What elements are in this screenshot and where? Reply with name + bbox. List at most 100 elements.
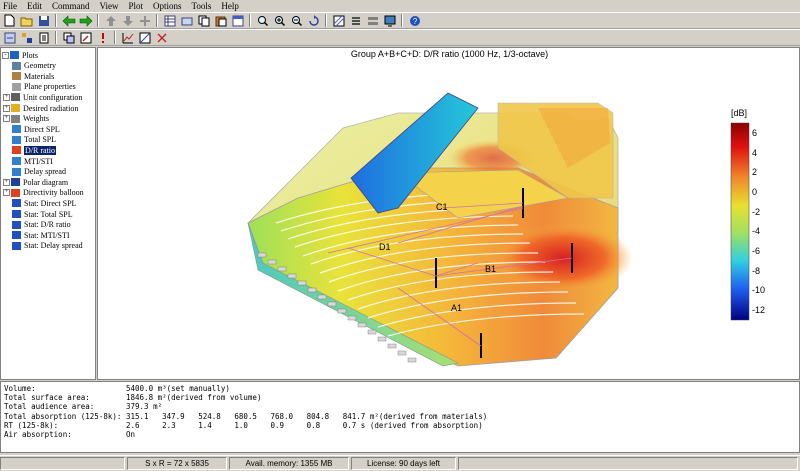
tree-item-label: Direct SPL xyxy=(24,124,60,134)
info-value: 1846.8 m²(derived from volume) xyxy=(126,393,262,403)
tree-node-icon xyxy=(12,135,21,144)
tree-item[interactable]: Direct SPL xyxy=(12,124,60,134)
menu-file[interactable]: File xyxy=(3,1,17,11)
tree-item[interactable]: Plane properties xyxy=(12,82,76,92)
tree-item[interactable]: Delay spread xyxy=(12,167,66,177)
info-value: On xyxy=(126,430,136,440)
tree-item[interactable]: + Desired radiation xyxy=(3,103,78,113)
tree-item[interactable]: Geometry xyxy=(12,61,56,71)
tree-item[interactable]: MTI/STI xyxy=(12,156,53,166)
expand-icon[interactable]: + xyxy=(3,115,10,123)
bug-icon[interactable] xyxy=(154,30,169,45)
new-icon[interactable] xyxy=(2,13,17,28)
zoom-out-icon[interactable] xyxy=(289,13,304,28)
tree-item[interactable]: + Unit configuration xyxy=(3,92,82,102)
tree-item[interactable]: Stat: D/R ratio xyxy=(12,220,71,230)
tree-item[interactable]: Total SPL xyxy=(12,135,56,145)
forward-icon[interactable] xyxy=(78,13,93,28)
grid-icon[interactable] xyxy=(179,13,194,28)
info-key: Total absorption (125-8k): xyxy=(4,411,122,421)
rotate-icon[interactable] xyxy=(306,13,321,28)
nav-icon[interactable] xyxy=(2,30,17,45)
menu-command[interactable]: Command xyxy=(52,1,90,11)
info-key: RT (125-8k): xyxy=(4,420,59,430)
add-icon[interactable] xyxy=(137,13,152,28)
tree-item[interactable]: Stat: Direct SPL xyxy=(12,198,76,208)
save-icon[interactable] xyxy=(36,13,51,28)
tree-item[interactable]: + Directivity balloon xyxy=(3,188,84,198)
menu-edit[interactable]: Edit xyxy=(27,1,42,11)
tree-item-label: Desired radiation xyxy=(23,103,79,113)
tree-item[interactable]: - Plots xyxy=(2,50,38,60)
colorbar-tick-label: 6 xyxy=(752,127,758,138)
pen-icon[interactable] xyxy=(78,30,93,45)
tree-node-icon xyxy=(12,146,21,155)
tree-item[interactable]: D/R ratio xyxy=(12,145,56,155)
screen-icon[interactable] xyxy=(382,13,397,28)
menu-view[interactable]: View xyxy=(100,1,119,11)
warning-icon[interactable] xyxy=(95,30,110,45)
tree-node-icon xyxy=(12,72,21,81)
open-icon[interactable] xyxy=(19,13,34,28)
expand-icon[interactable]: + xyxy=(3,178,10,186)
info-key: Air absorption: xyxy=(4,430,72,440)
info-row: Total audience area: 379.3 m² xyxy=(4,402,796,411)
tree-node-icon xyxy=(12,157,21,165)
tree-icon[interactable] xyxy=(19,30,34,45)
info-row: Total absorption (125-8k): 315.1 347.9 52… xyxy=(4,412,796,421)
toolbar-separator xyxy=(249,14,251,27)
table-icon[interactable] xyxy=(162,13,177,28)
calc-icon[interactable] xyxy=(36,30,51,45)
stack-icon[interactable] xyxy=(61,30,76,45)
up-icon[interactable] xyxy=(103,13,118,28)
tree-item[interactable]: Stat: Total SPL xyxy=(12,209,73,219)
menu-options[interactable]: Options xyxy=(153,1,182,11)
status-size: S x R = 72 x 5835 xyxy=(127,457,227,470)
tree-item[interactable]: + Weights xyxy=(3,114,49,124)
window-icon[interactable] xyxy=(230,13,245,28)
tree-node-icon xyxy=(12,82,21,91)
down-icon[interactable] xyxy=(120,13,135,28)
hatch-icon[interactable] xyxy=(331,13,346,28)
room-3d-view[interactable]: C1 D1 B1 A1 xyxy=(98,48,800,380)
tree-node-icon xyxy=(11,104,20,112)
tree-item-label: Total SPL xyxy=(24,135,57,145)
expand-icon[interactable]: + xyxy=(3,104,10,112)
zoom-in-icon[interactable] xyxy=(255,13,270,28)
menu-plot[interactable]: Plot xyxy=(128,1,143,11)
tree-item-label: Stat: Direct SPL xyxy=(24,198,77,208)
list-icon[interactable] xyxy=(348,13,363,28)
copy-icon[interactable] xyxy=(196,13,211,28)
main-toolbar: ? xyxy=(0,12,800,29)
tree-node-icon xyxy=(12,199,21,208)
colorbar-tick-label: 2 xyxy=(752,167,758,178)
expand-icon[interactable]: + xyxy=(3,189,10,197)
tree-item[interactable]: Stat: Delay spread xyxy=(12,241,83,251)
tree-item-label: D/R ratio xyxy=(24,145,56,155)
tree-node-icon xyxy=(12,220,21,229)
room-info-panel: Volume: 5400.0 m³(set manually) Total surf… xyxy=(0,381,800,453)
zoom-in-2-icon[interactable] xyxy=(272,13,287,28)
tile-icon[interactable] xyxy=(365,13,380,28)
colorbar-tick-label: -12 xyxy=(752,305,766,316)
tree-node-icon xyxy=(11,93,20,102)
menu-help[interactable]: Help xyxy=(221,1,239,11)
help-icon[interactable]: ? xyxy=(407,13,422,28)
tree-item-label: Stat: MTI/STI xyxy=(24,230,70,240)
tree-item[interactable]: Stat: MTI/STI xyxy=(12,230,70,240)
tree-item-label: Weights xyxy=(23,114,50,124)
collapse-icon[interactable]: - xyxy=(2,51,9,59)
tree-item-label: Stat: D/R ratio xyxy=(24,220,71,230)
back-icon[interactable] xyxy=(61,13,76,28)
colorbar-tick-label: 4 xyxy=(752,147,758,158)
svg-text:?: ? xyxy=(412,17,417,26)
tree-item[interactable]: Materials xyxy=(12,71,54,81)
colorbar-tick-label: 0 xyxy=(752,186,758,197)
chart-icon[interactable] xyxy=(120,30,135,45)
expand-icon[interactable]: + xyxy=(3,93,10,101)
menu-tools[interactable]: Tools xyxy=(192,1,212,11)
grid-icon[interactable] xyxy=(137,30,152,45)
info-value: 5400.0 m³(set manually) xyxy=(126,384,230,393)
tree-item[interactable]: + Polar diagram xyxy=(3,177,68,187)
paste-icon[interactable] xyxy=(213,13,228,28)
